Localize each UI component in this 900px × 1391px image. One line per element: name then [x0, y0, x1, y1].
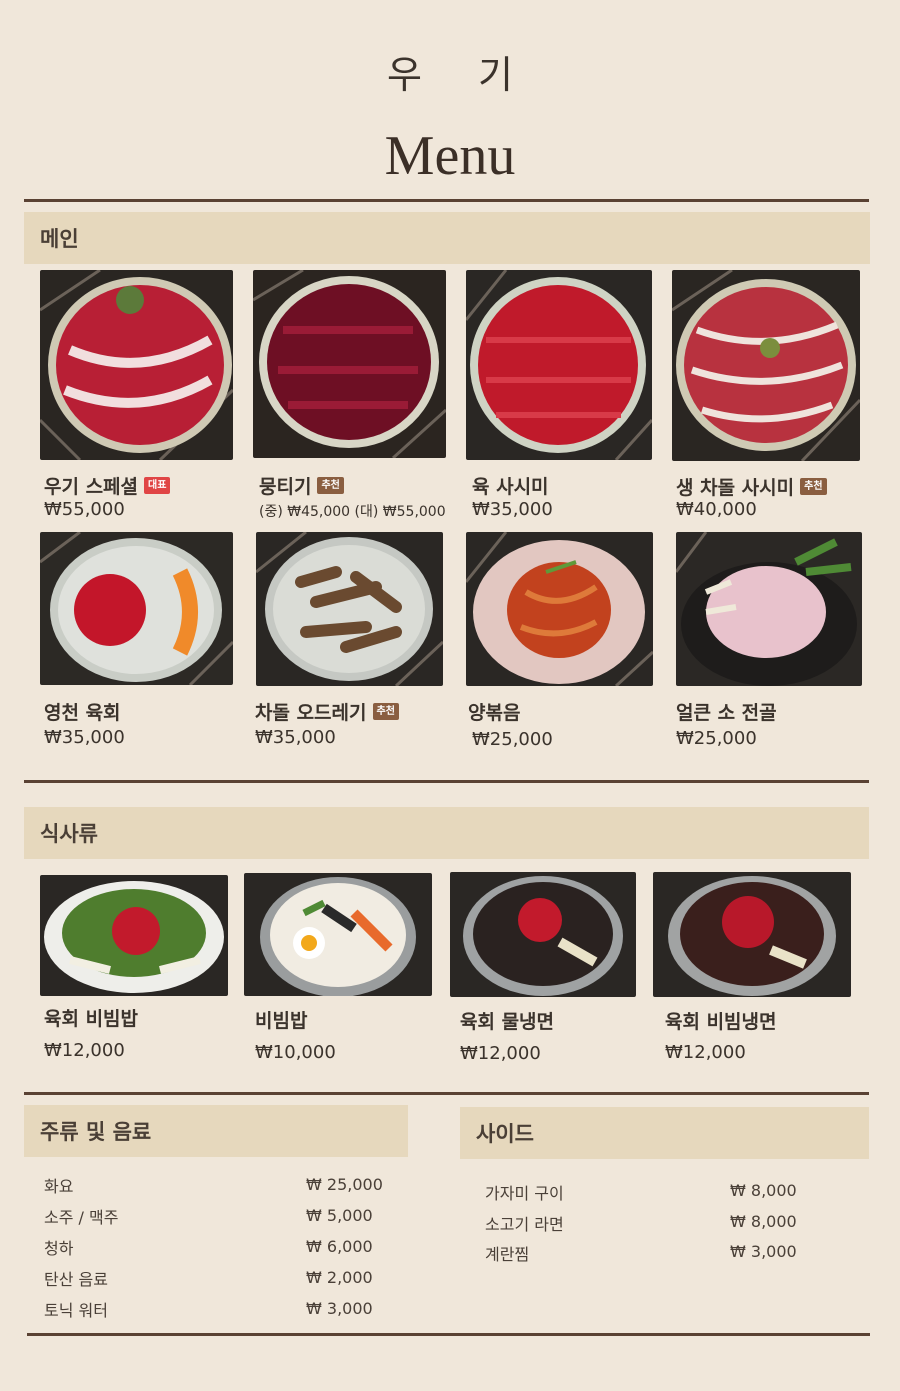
drink-name: 토닉 워터 [44, 1301, 108, 1320]
menu-item-price: ₩12,000 [44, 1040, 125, 1061]
menu-item-name: 영천 육회 [44, 698, 121, 725]
menu-item-price: ₩25,000 [676, 728, 757, 749]
menu-item-price: ₩40,000 [676, 499, 757, 520]
side-name: 가자미 구이 [485, 1184, 564, 1203]
section-title: 사이드 [476, 1122, 534, 1146]
menu-item-name: 양볶음 [468, 698, 520, 725]
drink-price: ₩ 3,000 [306, 1299, 373, 1318]
side-price: ₩ 8,000 [730, 1181, 797, 1200]
food-photo-bowl [40, 875, 228, 996]
item-name-text: 양볶음 [468, 702, 521, 724]
drink-price: ₩ 2,000 [306, 1268, 373, 1287]
item-name-text: 우기 스페셜 [44, 476, 139, 498]
drink-price: ₩ 25,000 [306, 1175, 383, 1194]
menu-item-name: 육 사시미 [472, 472, 549, 499]
menu-item-name: 얼큰 소 전골 [676, 698, 777, 725]
menu-item-price: ₩10,000 [255, 1042, 336, 1063]
food-photo-dish [676, 532, 862, 686]
section-header-main: 메인 [24, 212, 870, 264]
menu-item-name: 육회 비빔밥 [44, 1004, 138, 1031]
drink-name: 화요 [44, 1177, 74, 1196]
drink-name: 청하 [44, 1239, 74, 1258]
food-photo-platter [253, 270, 446, 458]
menu-item-price: ₩35,000 [472, 499, 553, 520]
food-photo-bowl [653, 872, 851, 997]
side-name: 소고기 라면 [485, 1215, 564, 1234]
food-photo-dish [256, 532, 443, 686]
section-header-drinks: 주류 및 음료 [24, 1105, 408, 1157]
divider [24, 199, 869, 202]
item-name-text: 육회 비빔밥 [44, 1008, 139, 1030]
food-photo-platter [40, 270, 233, 460]
menu-item-name: 차돌 오드레기 추천 [255, 698, 399, 725]
item-name-text: 생 차돌 사시미 [676, 477, 795, 499]
page-title: Menu [384, 125, 516, 187]
item-name-text: 육회 비빔냉면 [665, 1011, 777, 1033]
section-title: 주류 및 음료 [40, 1120, 152, 1144]
badge-signature: 대표 [144, 477, 171, 494]
side-price: ₩ 3,000 [730, 1242, 797, 1261]
menu-item-price: ₩35,000 [255, 727, 336, 748]
food-photo-platter [672, 270, 860, 461]
food-photo-bowl [244, 873, 432, 996]
item-name-text: 비빔밥 [255, 1010, 308, 1032]
menu-item-price: ₩12,000 [460, 1043, 541, 1064]
drink-name: 소주 / 맥주 [44, 1208, 119, 1227]
item-name-text: 영천 육회 [44, 702, 121, 724]
drink-name: 탄산 음료 [44, 1270, 108, 1289]
menu-item-name: 우기 스페셜 대표 [44, 472, 171, 499]
divider [24, 1092, 869, 1095]
menu-item-price: ₩35,000 [44, 727, 125, 748]
menu-item-price: ₩25,000 [472, 729, 553, 750]
food-photo-dish [40, 532, 233, 685]
drink-price: ₩ 6,000 [306, 1237, 373, 1256]
menu-item-name: 육회 물냉면 [460, 1007, 554, 1034]
item-name-text: 얼큰 소 전골 [676, 702, 777, 724]
item-name-text: 차돌 오드레기 [255, 702, 367, 724]
brand-name: 우 기 [387, 53, 535, 97]
item-name-text: 육회 물냉면 [460, 1011, 555, 1033]
drink-price: ₩ 5,000 [306, 1206, 373, 1225]
section-header-side: 사이드 [460, 1107, 869, 1159]
section-header-meal: 식사류 [24, 807, 869, 859]
menu-item-name: 생 차돌 사시미 추천 [676, 473, 827, 500]
item-name-text: 뭉티기 [259, 476, 312, 498]
menu-item-name: 비빔밥 [255, 1006, 307, 1033]
side-name: 계란찜 [485, 1245, 530, 1264]
menu-item-price: ₩12,000 [665, 1042, 746, 1063]
menu-item-name: 뭉티기 추천 [259, 472, 344, 499]
divider [27, 1333, 870, 1336]
section-title: 식사류 [40, 822, 98, 846]
badge-recommended: 추천 [800, 478, 827, 495]
section-title: 메인 [40, 227, 79, 251]
food-photo-platter [466, 270, 652, 460]
item-name-text: 육 사시미 [472, 476, 549, 498]
food-photo-dish [466, 532, 653, 686]
menu-item-price: ₩55,000 [44, 499, 125, 520]
divider [24, 780, 869, 783]
badge-recommended: 추천 [317, 477, 344, 494]
menu-item-name: 육회 비빔냉면 [665, 1007, 777, 1034]
food-photo-bowl [450, 872, 636, 997]
menu-item-price: (중) ₩45,000 (대) ₩55,000 [259, 504, 446, 520]
side-price: ₩ 8,000 [730, 1212, 797, 1231]
badge-recommended: 추천 [372, 703, 399, 720]
